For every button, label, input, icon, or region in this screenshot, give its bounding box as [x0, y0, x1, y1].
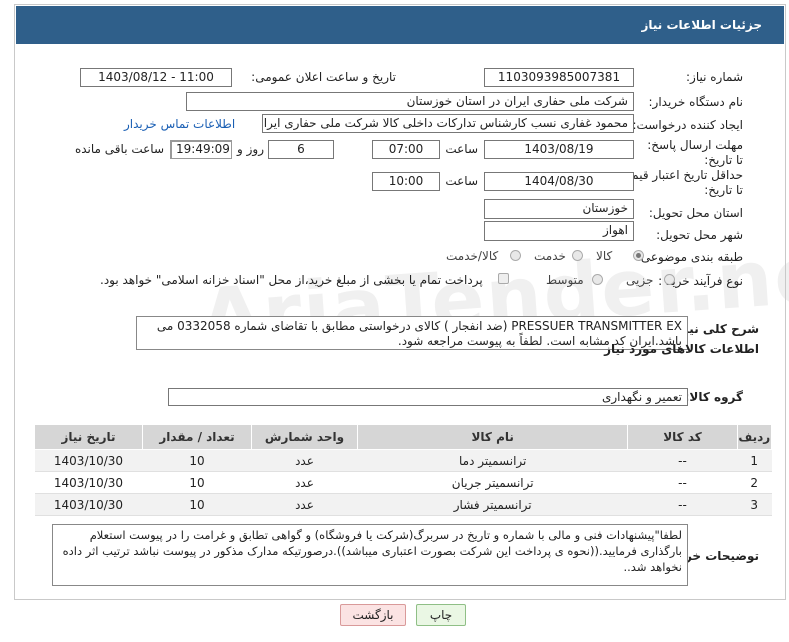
city-label: شهر محل تحویل: [656, 228, 743, 242]
col-unit: واحد شمارش [251, 424, 358, 450]
goods-group-label: گروه کالا: [684, 390, 743, 404]
treasury-payment-note: پرداخت تمام یا بخشی از مبلغ خرید،از محل … [100, 273, 483, 287]
category-goods-radio[interactable] [633, 250, 644, 261]
reply-date-field: 1403/08/19 [484, 140, 634, 159]
requester-label: ایجاد کننده درخواست: [632, 118, 743, 132]
col-quantity: تعداد / مقدار [141, 424, 253, 450]
table-row: 1403/10/30 10 عدد ترانسمیتر دما -- 1 [34, 449, 772, 472]
days-count-field: 6 [268, 140, 334, 159]
cell-need-date: 1403/10/30 [34, 493, 143, 516]
category-goods-option: کالا [596, 249, 613, 263]
validity-date-field: 1404/08/30 [484, 172, 634, 191]
back-button[interactable]: بازگشت [340, 604, 406, 626]
category-both-option: کالا/خدمت [446, 249, 499, 263]
treasury-payment-checkbox[interactable] [498, 273, 509, 284]
table-row: 1403/10/30 10 عدد ترانسمیتر فشار -- 3 [34, 493, 772, 516]
buyer-org-label: نام دستگاه خریدار: [648, 95, 744, 109]
reply-deadline-label: مهلت ارسال پاسخ: تا تاریخ: [647, 138, 743, 167]
announce-date-field: 1403/08/12 - 11:00 [80, 68, 232, 87]
category-service-radio[interactable] [572, 250, 583, 261]
province-field: خوزستان [484, 199, 634, 219]
goods-section-title: اطلاعات کالاهای مورد نیاز [604, 342, 759, 356]
buyer-contact-link[interactable]: اطلاعات تماس خریدار [124, 117, 235, 131]
category-service-option: خدمت [534, 249, 566, 263]
purchase-minor-radio[interactable] [664, 274, 675, 285]
cell-goods-name: ترانسمیتر جریان [357, 471, 628, 494]
cell-row-index: 2 [737, 471, 772, 494]
cell-quantity: 10 [142, 471, 252, 494]
cell-need-date: 1403/10/30 [34, 449, 143, 472]
validity-time-label: ساعت [445, 174, 478, 188]
col-need-date: تاریخ نیاز [34, 424, 143, 450]
page-title: جزئیات اطلاعات نیاز [16, 6, 784, 44]
cell-goods-name: ترانسمیتر دما [357, 449, 628, 472]
purchase-minor-option: جزیی [626, 273, 654, 287]
cell-unit: عدد [251, 493, 358, 516]
cell-unit: عدد [251, 449, 358, 472]
cell-quantity: 10 [142, 493, 252, 516]
purchase-medium-radio[interactable] [592, 274, 603, 285]
category-label: طبقه بندی موضوعی: [636, 250, 743, 264]
table-row: 1403/10/30 10 عدد ترانسمیتر جریان -- 2 [34, 471, 772, 494]
announce-date-label: تاریخ و ساعت اعلان عمومی: [251, 70, 396, 84]
cell-row-index: 1 [737, 449, 772, 472]
cell-goods-code: -- [627, 493, 737, 516]
print-button[interactable]: چاپ [416, 604, 466, 626]
requester-field: محمود غفاری نسب کارشناس تدارکات داخلی کا… [262, 114, 634, 133]
cell-row-index: 3 [737, 493, 772, 516]
days-label: روز و [237, 142, 264, 156]
col-goods-code: کد کالا [627, 424, 738, 450]
city-field: اهواز [484, 221, 634, 241]
reply-time-field: 07:00 [372, 140, 440, 159]
cell-unit: عدد [251, 471, 358, 494]
col-row-index: ردیف [736, 424, 772, 450]
reply-time-label: ساعت [445, 142, 478, 156]
buyer-notes-text: لطفا"پیشنهادات فنی و مالی با شماره و تار… [52, 524, 688, 586]
need-number-field: 1103093985007381 [484, 68, 634, 87]
province-label: استان محل تحویل: [648, 206, 743, 220]
cell-goods-code: -- [627, 471, 737, 494]
remaining-time-label: ساعت باقی مانده [74, 142, 164, 156]
validity-time-field: 10:00 [372, 172, 440, 191]
buyer-org-field: شرکت ملی حفاری ایران در استان خوزستان [186, 92, 634, 111]
cell-goods-code: -- [627, 449, 737, 472]
cell-goods-name: ترانسمیتر فشار [357, 493, 628, 516]
need-number-label: شماره نیاز: [686, 70, 743, 84]
category-both-radio[interactable] [510, 250, 521, 261]
goods-group-field: تعمیر و نگهداری [168, 388, 688, 406]
goods-table: تاریخ نیاز تعداد / مقدار واحد شمارش نام … [34, 424, 772, 516]
cell-quantity: 10 [142, 449, 252, 472]
col-goods-name: نام کالا [356, 424, 629, 450]
remaining-time-field: 19:49:09 [170, 140, 232, 159]
purchase-medium-option: متوسط [546, 273, 584, 287]
cell-need-date: 1403/10/30 [34, 471, 143, 494]
